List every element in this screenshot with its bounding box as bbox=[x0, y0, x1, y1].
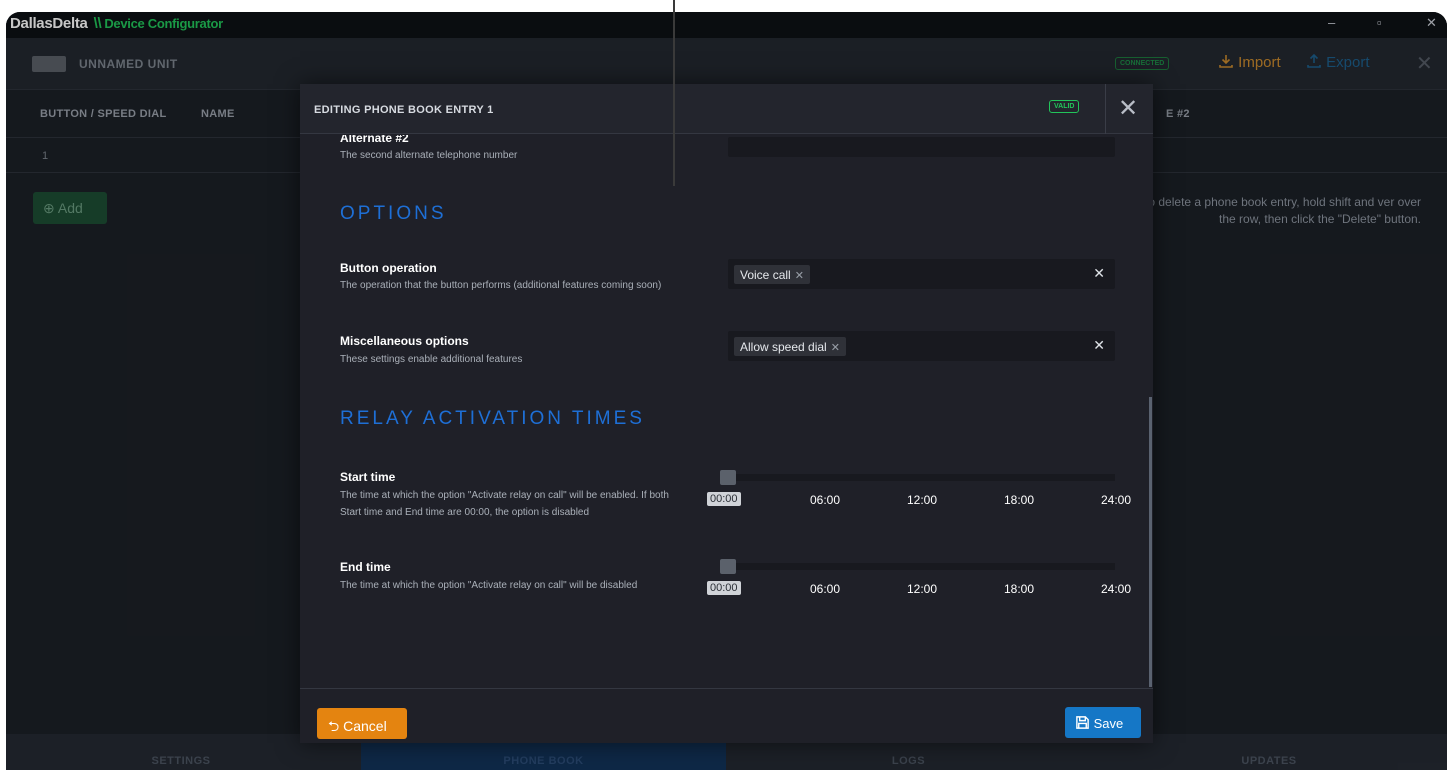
start-time-value: 00:00 bbox=[707, 492, 741, 506]
voice-call-chip: Voice call ✕ bbox=[734, 265, 810, 284]
save-label: Save bbox=[1093, 716, 1124, 731]
app-window: DallasDelta \\ Device Configurator – ▫ ✕ U… bbox=[6, 12, 1447, 770]
text-cursor bbox=[673, 0, 675, 186]
end-tick-12: 12:00 bbox=[907, 582, 938, 596]
start-tick-12: 12:00 bbox=[907, 493, 938, 507]
start-time-desc: The time at which the option "Activate r… bbox=[340, 490, 669, 518]
misc-options-desc: These settings enable additional feature… bbox=[340, 354, 523, 365]
end-time-desc: The time at which the option "Activate r… bbox=[340, 580, 638, 591]
button-operation-label: Button operation bbox=[340, 261, 437, 275]
valid-badge: VALID bbox=[1049, 100, 1080, 113]
end-tick-24: 24:00 bbox=[1101, 582, 1132, 596]
end-time-slider-handle[interactable] bbox=[720, 559, 736, 574]
end-tick-06: 06:00 bbox=[810, 582, 841, 596]
dialog-body: Alternate #2 The second alternate teleph… bbox=[300, 135, 1153, 677]
start-tick-18: 18:00 bbox=[1004, 493, 1035, 507]
button-operation-select[interactable]: Voice call ✕ ✕ bbox=[728, 259, 1115, 289]
dialog-scrollbar[interactable] bbox=[1149, 397, 1152, 687]
start-tick-24: 24:00 bbox=[1101, 493, 1132, 507]
start-time-slider-track[interactable] bbox=[728, 474, 1115, 481]
start-tick-06: 06:00 bbox=[810, 493, 841, 507]
dialog-footer: ⮌ Cancel Save bbox=[300, 688, 1153, 743]
allow-speed-dial-chip-label: Allow speed dial bbox=[740, 340, 827, 354]
start-time-slider-handle[interactable] bbox=[720, 470, 736, 485]
start-time-label: Start time bbox=[340, 470, 396, 484]
end-tick-18: 18:00 bbox=[1004, 582, 1035, 596]
end-time-value: 00:00 bbox=[707, 581, 741, 595]
alternate2-input[interactable] bbox=[728, 137, 1115, 157]
save-button[interactable]: Save bbox=[1065, 707, 1141, 738]
cancel-label: Cancel bbox=[343, 718, 387, 734]
options-heading: OPTIONS bbox=[340, 203, 447, 224]
cancel-button[interactable]: ⮌ Cancel bbox=[317, 708, 407, 739]
voice-call-chip-label: Voice call bbox=[740, 268, 791, 282]
allow-speed-dial-chip: Allow speed dial ✕ bbox=[734, 337, 846, 356]
undo-icon: ⮌ bbox=[328, 718, 340, 734]
clear-icon[interactable]: ✕ bbox=[1093, 337, 1105, 354]
misc-options-select[interactable]: Allow speed dial ✕ ✕ bbox=[728, 331, 1115, 361]
end-time-slider-track[interactable] bbox=[728, 563, 1115, 570]
dialog-title: EDITING PHONE BOOK ENTRY 1 bbox=[314, 104, 494, 116]
clear-icon[interactable]: ✕ bbox=[1093, 265, 1105, 282]
chip-remove-icon[interactable]: ✕ bbox=[795, 270, 804, 282]
dialog-close-button[interactable]: ✕ bbox=[1118, 94, 1138, 123]
dialog-header: EDITING PHONE BOOK ENTRY 1 VALID ✕ bbox=[300, 84, 1153, 134]
alternate2-label: Alternate #2 bbox=[340, 135, 409, 145]
chip-remove-icon[interactable]: ✕ bbox=[831, 342, 840, 354]
edit-entry-dialog: EDITING PHONE BOOK ENTRY 1 VALID ✕ Alter… bbox=[300, 84, 1153, 743]
header-divider bbox=[1105, 84, 1106, 134]
misc-options-label: Miscellaneous options bbox=[340, 334, 469, 348]
floppy-disk-icon bbox=[1076, 716, 1089, 729]
alternate2-desc: The second alternate telephone number bbox=[340, 150, 518, 161]
relay-heading: RELAY ACTIVATION TIMES bbox=[340, 408, 645, 429]
end-time-label: End time bbox=[340, 560, 391, 574]
button-operation-desc: The operation that the button performs (… bbox=[340, 280, 662, 291]
